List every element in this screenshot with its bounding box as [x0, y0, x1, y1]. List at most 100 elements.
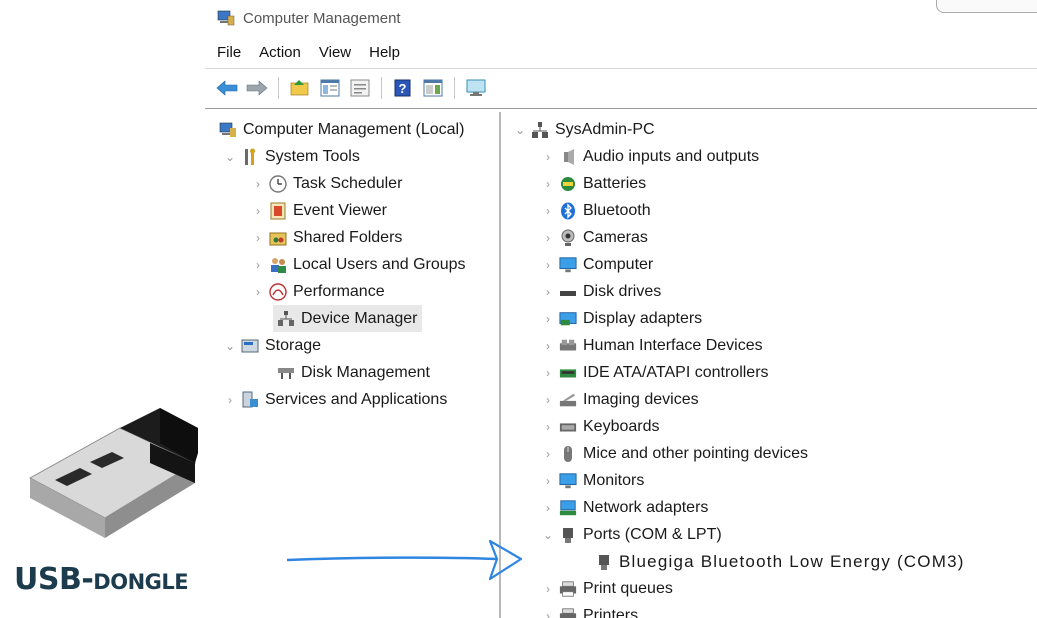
chevron-right-icon[interactable]: › — [541, 204, 555, 218]
device-category-imaging-devices[interactable]: › Imaging devices — [541, 386, 699, 413]
chevron-right-icon[interactable]: › — [541, 393, 555, 407]
device-category-label: Human Interface Devices — [583, 336, 763, 354]
tree-item-label: Services and Applications — [265, 390, 448, 408]
device-category-label: Printers — [583, 606, 639, 618]
chevron-right-icon[interactable]: › — [541, 420, 555, 434]
tree-item-system-tools[interactable]: ⌄ System Tools — [223, 143, 360, 170]
battery-icon — [559, 175, 577, 193]
toolbar-separator — [381, 77, 382, 99]
chevron-right-icon[interactable]: › — [541, 339, 555, 353]
chevron-right-icon[interactable]: › — [223, 393, 237, 407]
device-category-ports-com-lpt[interactable]: ⌄ Ports (COM & LPT) — [541, 521, 722, 548]
monitor-icon — [559, 256, 577, 274]
chevron-right-icon[interactable]: › — [541, 285, 555, 299]
up-folder-icon[interactable] — [288, 76, 312, 100]
device-tree-root-label: SysAdmin-PC — [555, 120, 655, 138]
toolbar-divider — [205, 108, 1037, 109]
toolbar-separator — [454, 77, 455, 99]
toolbar-separator — [278, 77, 279, 99]
chevron-right-icon[interactable]: › — [541, 258, 555, 272]
chevron-right-icon[interactable]: › — [541, 312, 555, 326]
tree-item-computer-management[interactable]: Computer Management (Local) — [215, 116, 464, 143]
device-category-label: Cameras — [583, 228, 648, 246]
chevron-down-icon[interactable]: ⌄ — [513, 123, 527, 137]
properties-icon[interactable] — [348, 76, 372, 100]
chevron-right-icon[interactable]: › — [541, 501, 555, 515]
device-category-network-adapters[interactable]: › Network adapters — [541, 494, 708, 521]
device-category-cameras[interactable]: › Cameras — [541, 224, 648, 251]
tree-item-storage[interactable]: ⌄ Storage — [223, 332, 321, 359]
tree-item-event-viewer[interactable]: › Event Viewer — [251, 197, 387, 224]
tree-item-label: Local Users and Groups — [293, 255, 466, 273]
tree-item-performance[interactable]: › Performance — [251, 278, 385, 305]
camera-icon — [559, 229, 577, 247]
chevron-right-icon[interactable]: › — [541, 474, 555, 488]
arrow-annotation — [286, 539, 523, 581]
menu-action[interactable]: Action — [250, 44, 310, 61]
forward-icon[interactable] — [245, 76, 269, 100]
chevron-right-icon[interactable]: › — [541, 177, 555, 191]
tree-item-label: Shared Folders — [293, 228, 403, 246]
tree-item-task-scheduler[interactable]: › Task Scheduler — [251, 170, 402, 197]
chevron-right-icon[interactable]: › — [251, 285, 265, 299]
device-category-display-adapters[interactable]: › Display adapters — [541, 305, 702, 332]
device-category-ide-ata-atapi-controllers[interactable]: › IDE ATA/ATAPI controllers — [541, 359, 769, 386]
device-category-bluetooth[interactable]: › Bluetooth — [541, 197, 651, 224]
chevron-right-icon[interactable]: › — [541, 150, 555, 164]
tree-item-label: Storage — [265, 336, 322, 354]
chevron-right-icon[interactable]: › — [541, 609, 555, 618]
device-tree-pane: ⌄ SysAdmin-PC › Audio inputs and outputs ›… — [505, 112, 1037, 618]
device-category-monitors[interactable]: › Monitors — [541, 467, 644, 494]
menu-view[interactable]: View — [310, 44, 360, 61]
device-category-bluegiga-bluetooth-low-energy-com3[interactable]: Bluegiga Bluetooth Low Energy (COM3) — [591, 548, 965, 575]
storage-icon — [241, 337, 259, 355]
console-icon[interactable] — [464, 76, 488, 100]
device-category-disk-drives[interactable]: › Disk drives — [541, 278, 661, 305]
device-category-printers[interactable]: › Printers — [541, 602, 638, 618]
services-icon — [241, 391, 259, 409]
chevron-right-icon[interactable]: › — [251, 231, 265, 245]
back-icon[interactable] — [215, 76, 239, 100]
window-title: Computer Management — [243, 9, 401, 27]
chevron-right-icon[interactable]: › — [251, 204, 265, 218]
tree-item-label: Event Viewer — [293, 201, 387, 219]
device-category-print-queues[interactable]: › Print queues — [541, 575, 673, 602]
menu-help[interactable]: Help — [360, 44, 409, 61]
tree-item-device-manager[interactable]: Device Manager — [273, 305, 422, 332]
tree-item-services-applications[interactable]: › Services and Applications — [223, 386, 447, 413]
chevron-down-icon[interactable]: ⌄ — [223, 150, 237, 164]
chevron-right-icon[interactable]: › — [541, 447, 555, 461]
device-category-human-interface-devices[interactable]: › Human Interface Devices — [541, 332, 763, 359]
device-category-label: Disk drives — [583, 282, 662, 300]
device-category-label: IDE ATA/ATAPI controllers — [583, 363, 769, 381]
device-category-label: Computer — [583, 255, 654, 273]
chevron-right-icon[interactable]: › — [541, 582, 555, 596]
title-bar: Computer Management — [205, 0, 1037, 36]
speaker-icon — [559, 148, 577, 166]
tree-item-local-users-groups[interactable]: › Local Users and Groups — [251, 251, 466, 278]
chevron-down-icon[interactable]: ⌄ — [223, 339, 237, 353]
device-category-audio-inputs-and-outputs[interactable]: › Audio inputs and outputs — [541, 143, 759, 170]
chevron-right-icon[interactable]: › — [251, 258, 265, 272]
device-category-computer[interactable]: › Computer — [541, 251, 653, 278]
device-tree-root[interactable]: ⌄ SysAdmin-PC — [513, 116, 655, 143]
bluetooth-icon — [559, 202, 577, 220]
tree-item-shared-folders[interactable]: › Shared Folders — [251, 224, 402, 251]
help-icon[interactable]: ? — [391, 76, 415, 100]
device-category-mice-and-other-pointing-devices[interactable]: › Mice and other pointing devices — [541, 440, 808, 467]
action-pane-icon[interactable] — [421, 76, 445, 100]
chevron-right-icon[interactable]: › — [541, 366, 555, 380]
tree-item-label: System Tools — [265, 147, 360, 165]
device-category-label: Imaging devices — [583, 390, 699, 408]
computer-management-window: Computer Management File Action View Hel… — [205, 0, 1037, 618]
usb-dongle-image — [28, 408, 198, 538]
toolbar: ? — [215, 72, 488, 104]
tree-item-disk-management[interactable]: Disk Management — [273, 359, 430, 386]
chevron-right-icon[interactable]: › — [541, 231, 555, 245]
device-category-batteries[interactable]: › Batteries — [541, 170, 646, 197]
show-tree-icon[interactable] — [318, 76, 342, 100]
chevron-right-icon[interactable]: › — [251, 177, 265, 191]
menu-file[interactable]: File — [205, 44, 250, 61]
chevron-down-icon[interactable]: ⌄ — [541, 528, 555, 542]
device-category-keyboards[interactable]: › Keyboards — [541, 413, 660, 440]
